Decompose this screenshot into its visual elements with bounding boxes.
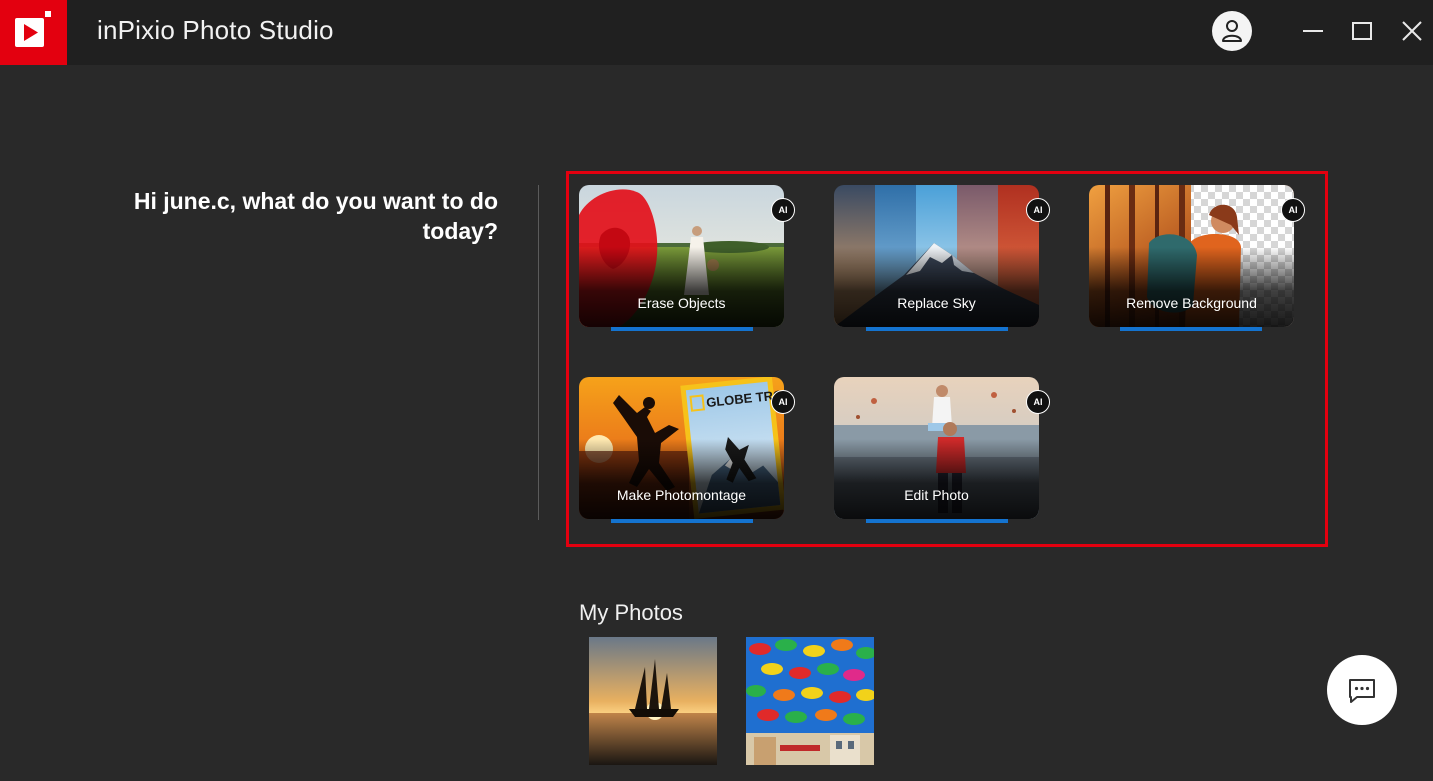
close-button[interactable] (1395, 14, 1429, 48)
card-shade (834, 247, 1039, 327)
feature-label: Make Photomontage (616, 487, 747, 503)
chat-button[interactable] (1327, 655, 1397, 725)
card-shade (834, 439, 1039, 519)
sailboat-sunset-image (589, 637, 717, 765)
feature-label: Erase Objects (637, 295, 726, 311)
card-underline (866, 519, 1008, 523)
greeting-text: Hi june.c, what do you want to do today? (133, 188, 498, 244)
minimize-button[interactable] (1296, 14, 1330, 48)
colorful-umbrellas-image (746, 637, 874, 765)
ai-badge: AI (771, 198, 795, 222)
vertical-divider (538, 185, 539, 520)
account-button[interactable] (1212, 11, 1252, 51)
card-shade (579, 439, 784, 519)
ai-badge: AI (771, 390, 795, 414)
photo-thumbnail-sailboat[interactable] (589, 637, 717, 765)
feature-card-edit-photo[interactable]: Edit Photo (834, 377, 1039, 519)
card-shade (1089, 247, 1294, 327)
ai-badge: AI (1026, 390, 1050, 414)
feature-label: Edit Photo (904, 487, 969, 503)
inpixio-logo-icon (15, 11, 51, 47)
card-underline (1120, 327, 1262, 331)
app-logo[interactable] (0, 0, 67, 65)
card-underline (866, 327, 1008, 331)
maximize-button[interactable] (1345, 14, 1379, 48)
close-icon (1402, 21, 1422, 41)
card-underline (611, 519, 753, 523)
title-bar: inPixio Photo Studio (0, 0, 1433, 65)
photo-thumbnail-umbrellas[interactable] (746, 637, 874, 765)
ai-badge: AI (1281, 198, 1305, 222)
maximize-icon (1352, 22, 1372, 40)
ai-badge: AI (1026, 198, 1050, 222)
my-photos-title: My Photos (579, 600, 683, 625)
feature-card-erase-objects[interactable]: Erase Objects (579, 185, 784, 327)
chat-bubble-icon (1349, 679, 1375, 703)
minimize-icon (1303, 30, 1323, 32)
feature-card-make-photomontage[interactable]: GLOBE TROTTER Make Photomontage (579, 377, 784, 519)
feature-label: Remove Background (1126, 295, 1257, 311)
feature-card-remove-background[interactable]: Remove Background (1089, 185, 1294, 327)
card-shade (579, 247, 784, 327)
feature-label: Replace Sky (897, 295, 976, 311)
user-icon (1222, 20, 1242, 42)
card-underline (611, 327, 753, 331)
app-title: inPixio Photo Studio (97, 15, 334, 45)
feature-card-replace-sky[interactable]: Replace Sky (834, 185, 1039, 327)
